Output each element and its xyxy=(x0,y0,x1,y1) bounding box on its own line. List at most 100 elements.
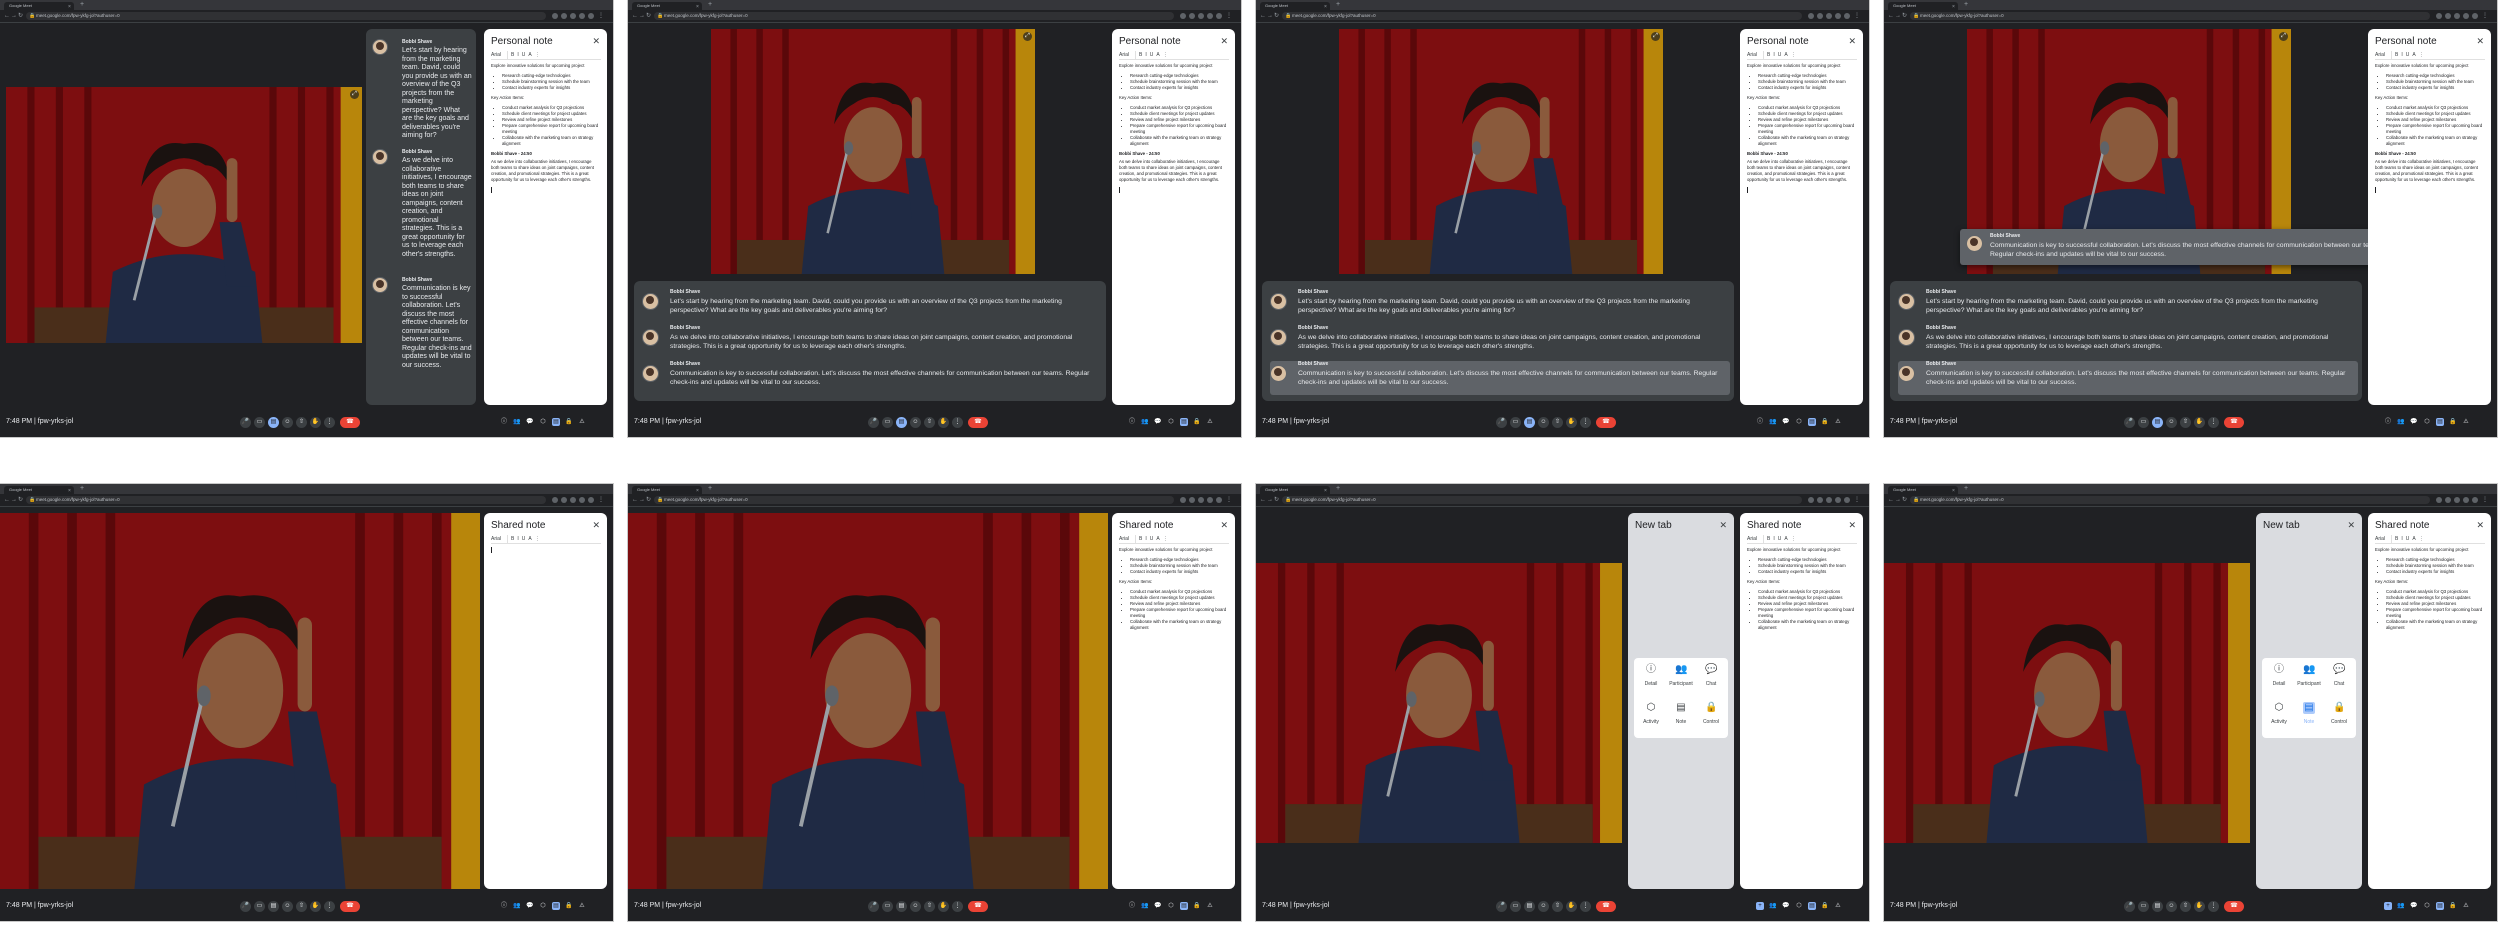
mic-icon[interactable]: 🎤 xyxy=(868,901,879,912)
expand-icon[interactable]: ⤢ xyxy=(1023,32,1032,41)
extension-icon[interactable] xyxy=(1207,497,1213,503)
extension-icon[interactable] xyxy=(1180,13,1186,19)
notes-icon[interactable]: ▤ xyxy=(2436,902,2444,910)
transcript-entry-highlighted[interactable]: Bobbi Shave Communication is key to succe… xyxy=(1898,361,2358,395)
warning-icon[interactable]: ⚠ xyxy=(2462,418,2470,426)
warning-icon[interactable]: ⚠ xyxy=(1206,418,1214,426)
profile-avatar[interactable] xyxy=(1216,13,1222,19)
detail-button[interactable]: ⓘ Detail xyxy=(1637,664,1665,696)
captions-icon[interactable]: ▤ xyxy=(268,901,279,912)
notes-icon[interactable]: ▤ xyxy=(552,418,560,426)
font-select[interactable]: Arial xyxy=(1119,535,1136,543)
extension-icon[interactable] xyxy=(1817,497,1823,503)
address-bar[interactable]: 🔒 meet.google.com/fpw-ykfg-jol?authuser=0 xyxy=(1910,496,2430,504)
bold-button[interactable]: B xyxy=(2395,51,2398,59)
italic-button[interactable]: I xyxy=(517,51,518,59)
profile-avatar[interactable] xyxy=(2472,497,2478,503)
activity-button[interactable]: ⬡ Activity xyxy=(2265,702,2293,734)
extension-icon[interactable] xyxy=(1198,497,1204,503)
extension-icon[interactable] xyxy=(1189,497,1195,503)
forward-icon[interactable]: → xyxy=(1267,12,1273,20)
more-options-icon[interactable]: ⋮ xyxy=(324,901,335,912)
browser-tab[interactable]: Google Meet × xyxy=(1260,2,1330,10)
notes-icon[interactable]: ▤ xyxy=(1808,418,1816,426)
forward-icon[interactable]: → xyxy=(1895,12,1901,20)
detail-button[interactable]: ⓘ Detail xyxy=(2265,664,2293,696)
mic-icon[interactable]: 🎤 xyxy=(240,417,251,428)
note-editor[interactable]: Explore innovative solutions for upcomin… xyxy=(1747,547,1857,877)
info-icon[interactable]: ⓘ xyxy=(1756,418,1764,426)
more-icon[interactable]: ⋮ xyxy=(2482,12,2488,20)
more-icon[interactable]: ⋮ xyxy=(1226,496,1232,504)
activities-icon[interactable]: ⬡ xyxy=(1167,418,1175,426)
activities-icon[interactable]: ⬡ xyxy=(1795,418,1803,426)
font-select[interactable]: Arial xyxy=(2375,535,2392,543)
extension-icon[interactable] xyxy=(561,497,567,503)
more-options-icon[interactable]: ⋮ xyxy=(2208,417,2219,428)
control-button[interactable]: 🔒 Control xyxy=(2325,702,2353,734)
extension-icon[interactable] xyxy=(1817,13,1823,19)
activities-icon[interactable]: ⬡ xyxy=(539,902,547,910)
captions-icon[interactable]: ▤ xyxy=(268,417,279,428)
more-icon[interactable]: ⋮ xyxy=(1854,12,1860,20)
extension-icon[interactable] xyxy=(570,497,576,503)
more-format-button[interactable]: ⋮ xyxy=(2419,535,2424,543)
mic-icon[interactable]: 🎤 xyxy=(868,417,879,428)
extension-icon[interactable] xyxy=(1808,13,1814,19)
extension-icon[interactable] xyxy=(579,497,585,503)
close-icon[interactable]: ✕ xyxy=(1220,520,1228,530)
warning-icon[interactable]: ⚠ xyxy=(2462,902,2470,910)
note-editor[interactable]: Explore innovative solutions for upcomin… xyxy=(491,63,601,393)
close-icon[interactable]: ✕ xyxy=(1848,520,1856,530)
present-icon[interactable]: ⇧ xyxy=(1552,901,1563,912)
reload-icon[interactable]: ↻ xyxy=(18,12,23,20)
bold-button[interactable]: B xyxy=(1767,535,1770,543)
host-controls-icon[interactable]: 🔒 xyxy=(2449,418,2457,426)
emoji-icon[interactable]: ☺ xyxy=(2166,417,2177,428)
new-tab-icon[interactable]: + xyxy=(1336,1,1340,9)
participant-button[interactable]: 👥 Participant xyxy=(1667,664,1695,696)
new-tab-icon[interactable]: + xyxy=(708,1,712,9)
raise-hand-icon[interactable]: ✋ xyxy=(938,901,949,912)
bold-button[interactable]: B xyxy=(1139,51,1142,59)
camera-icon[interactable]: ▭ xyxy=(2138,901,2149,912)
raise-hand-icon[interactable]: ✋ xyxy=(1566,417,1577,428)
more-icon[interactable]: ⋮ xyxy=(1226,12,1232,20)
more-options-icon[interactable]: ⋮ xyxy=(1580,417,1591,428)
host-controls-icon[interactable]: 🔒 xyxy=(1821,902,1829,910)
reload-icon[interactable]: ↻ xyxy=(1274,12,1279,20)
text-color-button[interactable]: A xyxy=(2412,51,2415,59)
chat-icon[interactable]: 💬 xyxy=(1782,418,1790,426)
new-tab-icon[interactable]: + xyxy=(1336,485,1340,493)
extension-icon[interactable] xyxy=(1826,13,1832,19)
notes-icon[interactable]: ▤ xyxy=(2436,418,2444,426)
font-select[interactable]: Arial xyxy=(1747,51,1764,59)
bold-button[interactable]: B xyxy=(511,535,514,543)
host-controls-icon[interactable]: 🔒 xyxy=(565,418,573,426)
mic-icon[interactable]: 🎤 xyxy=(1496,901,1507,912)
mic-icon[interactable]: 🎤 xyxy=(2124,417,2135,428)
back-icon[interactable]: ← xyxy=(1260,12,1266,20)
expand-icon[interactable]: ⤢ xyxy=(2279,32,2288,41)
text-color-button[interactable]: A xyxy=(1784,535,1787,543)
present-icon[interactable]: ⇧ xyxy=(924,901,935,912)
note-editor[interactable] xyxy=(491,547,601,877)
emoji-icon[interactable]: ☺ xyxy=(282,417,293,428)
more-options-icon[interactable]: ⋮ xyxy=(952,901,963,912)
note-editor[interactable]: Explore innovative solutions for upcomin… xyxy=(1747,63,1857,393)
raise-hand-icon[interactable]: ✋ xyxy=(310,417,321,428)
participant-button[interactable]: 👥 Participant xyxy=(2295,664,2323,696)
participants-icon[interactable]: 👥 xyxy=(1769,902,1777,910)
activities-icon[interactable]: ⬡ xyxy=(1795,902,1803,910)
chat-icon[interactable]: 💬 xyxy=(526,418,534,426)
extension-icon[interactable] xyxy=(1189,13,1195,19)
more-format-button[interactable]: ⋮ xyxy=(1163,51,1168,59)
camera-icon[interactable]: ▭ xyxy=(2138,417,2149,428)
underline-button[interactable]: U xyxy=(1150,51,1154,59)
warning-icon[interactable]: ⚠ xyxy=(1834,418,1842,426)
extension-icon[interactable] xyxy=(552,13,558,19)
italic-button[interactable]: I xyxy=(2401,51,2402,59)
extension-icon[interactable] xyxy=(2454,497,2460,503)
browser-tab[interactable]: Google Meet × xyxy=(632,2,702,10)
more-format-button[interactable]: ⋮ xyxy=(2419,51,2424,59)
